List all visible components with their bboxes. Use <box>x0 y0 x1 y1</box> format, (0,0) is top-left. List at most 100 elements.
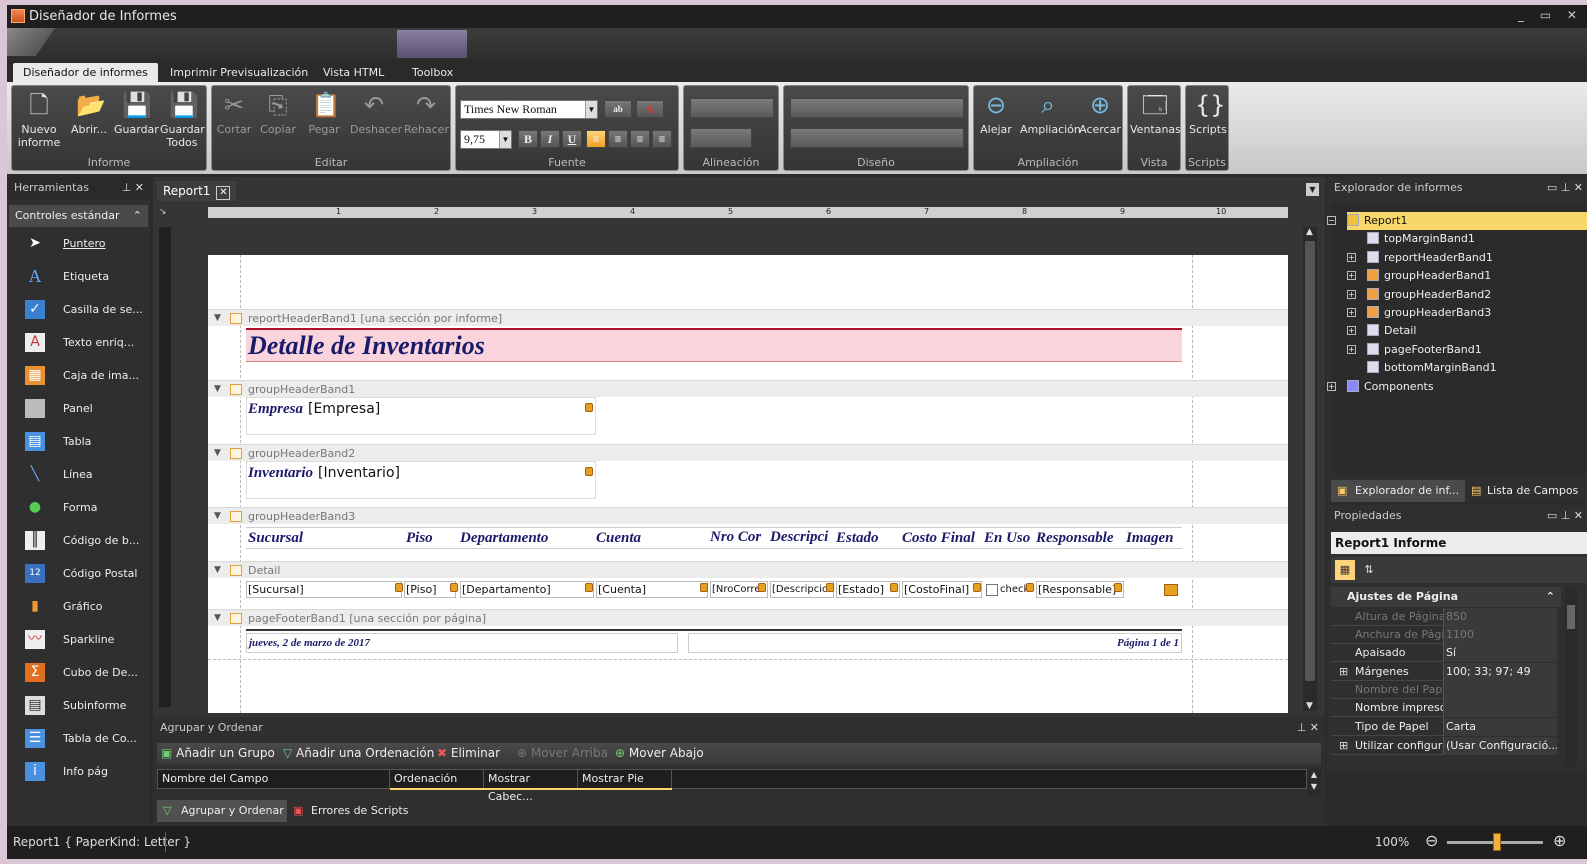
copy-button[interactable]: ⎘ Copiar <box>258 88 298 136</box>
property-value[interactable]: Sí <box>1443 644 1557 662</box>
checkbox-field[interactable] <box>986 584 998 596</box>
report-title-box[interactable]: Detalle de Inventarios <box>246 328 1182 362</box>
property-row[interactable]: Nombre impresor <box>1331 699 1557 717</box>
design-vertical-scrollbar[interactable]: ▲ ▼ <box>1303 227 1317 711</box>
tree-node-groupheader1[interactable]: + groupHeaderBand1 <box>1347 267 1491 285</box>
highlight-color-button[interactable]: ab <box>604 100 632 118</box>
selected-object-combo[interactable]: Report1 Informe <box>1331 532 1587 554</box>
footer-date[interactable]: jueves, 2 de marzo de 2017 <box>246 633 678 653</box>
field-responsable[interactable]: [Responsable] <box>1036 581 1124 598</box>
property-value[interactable]: 100; 33; 97; 49 <box>1443 663 1557 681</box>
tab-report-explorer[interactable]: ▣ Explorador de inf... <box>1331 480 1465 502</box>
font-size-combo[interactable]: 9,75 ▼ <box>460 130 512 149</box>
property-value[interactable] <box>1443 681 1557 699</box>
font-color-button[interactable]: A <box>636 100 664 118</box>
smart-tag-icon[interactable] <box>758 583 766 592</box>
zoom-button[interactable]: ⌕ Ampliación <box>1020 88 1081 136</box>
smart-tag-icon[interactable] <box>450 583 458 592</box>
property-category[interactable]: Ajustes de Página ⌃ <box>1331 587 1561 607</box>
categorized-icon[interactable]: ▦ <box>1335 560 1355 580</box>
expand-icon[interactable]: ⊞ <box>1339 663 1348 681</box>
field-cuenta[interactable]: [Cuenta] <box>596 581 708 598</box>
field-piso[interactable]: [Piso] <box>404 581 456 598</box>
tab-toolbox[interactable]: Toolbox <box>402 63 463 82</box>
column-header[interactable]: Departamento <box>460 530 590 547</box>
tool-sparkline[interactable]: 〰 Sparkline <box>7 623 150 656</box>
band-detail[interactable]: ▼ Detail <box>208 561 1288 578</box>
window-pin-close-icons[interactable]: ▭ ⊥ ✕ <box>1547 177 1583 199</box>
paste-button[interactable]: 📋 Pegar <box>304 88 344 136</box>
add-group-button[interactable]: ▣ Añadir un Grupo <box>161 746 275 760</box>
smart-tag-icon[interactable] <box>1026 583 1034 592</box>
align-controls-row1[interactable] <box>690 98 774 118</box>
align-right-button[interactable]: ≡ <box>630 130 650 148</box>
application-menu-button[interactable] <box>7 28 55 56</box>
property-row[interactable]: Anchura de Página1100 <box>1331 626 1557 644</box>
column-header[interactable]: Mostrar Cabec... <box>484 770 578 803</box>
move-down-button[interactable]: ⊕ Mover Abajo <box>615 746 704 760</box>
property-row[interactable]: Tipo de Papel Carta <box>1331 718 1557 736</box>
underline-button[interactable]: U <box>562 130 582 148</box>
column-header[interactable]: Piso <box>406 530 456 547</box>
tool-picturebox[interactable]: ▦ Caja de ima... <box>7 359 150 392</box>
save-button[interactable]: 💾 Guardar <box>114 88 159 136</box>
layout-controls-row1[interactable] <box>790 98 964 118</box>
alphabetical-sort-icon[interactable]: ⇅ <box>1359 560 1379 580</box>
italic-button[interactable]: I <box>540 130 560 148</box>
smart-tag-icon[interactable] <box>585 583 593 592</box>
tool-panel[interactable]: Panel <box>7 392 150 425</box>
bold-button[interactable]: B <box>518 130 538 148</box>
property-row[interactable]: Nombre del Papel <box>1331 681 1557 699</box>
properties-scrollbar[interactable] <box>1565 587 1577 767</box>
tab-field-list[interactable]: ▤ Lista de Campos <box>1467 480 1587 502</box>
redo-button[interactable]: ↷ Rehacer <box>404 88 449 136</box>
save-all-button[interactable]: 💾 Guardar Todos <box>160 88 205 149</box>
property-value[interactable] <box>1443 699 1557 717</box>
tab-list-icon[interactable]: ▼ <box>1306 183 1319 196</box>
property-row[interactable]: Apaisado Sí <box>1331 644 1557 662</box>
smart-tag-icon[interactable] <box>973 583 981 592</box>
expand-icon[interactable]: + <box>1347 290 1356 299</box>
tool-table-contents[interactable]: ☰ Tabla de Co... <box>7 722 150 755</box>
document-tab-report1[interactable]: Report1 ✕ <box>157 181 237 201</box>
zoom-in-button[interactable]: ⊕ Acercar <box>1078 88 1122 136</box>
expand-icon[interactable]: + <box>1347 326 1356 335</box>
tree-node-reportheader[interactable]: + reportHeaderBand1 <box>1347 249 1493 267</box>
grid-scroll-icon[interactable]: ▲ ▼ <box>1307 769 1321 797</box>
delete-button[interactable]: ✖ Eliminar <box>437 746 500 760</box>
property-value[interactable]: 1100 <box>1443 626 1557 644</box>
zoom-slider-thumb[interactable] <box>1493 833 1501 851</box>
window-controls[interactable]: _ ▭ ✕ <box>1518 8 1583 22</box>
close-icon[interactable]: ✕ <box>216 186 231 200</box>
column-header[interactable]: Ordenación <box>390 770 484 788</box>
tree-node-bottommargin[interactable]: bottomMarginBand1 <box>1367 359 1497 377</box>
tab-imprimir[interactable]: Imprimir Previsualización <box>160 63 318 82</box>
zoom-out-button[interactable]: ⊖ Alejar <box>976 88 1016 136</box>
tree-node-pagefooter[interactable]: + pageFooterBand1 <box>1347 341 1482 359</box>
justify-button[interactable]: ≡ <box>652 130 672 148</box>
expand-icon[interactable]: + <box>1347 308 1356 317</box>
band-page-footer[interactable]: ▼ pageFooterBand1 [una sección por página… <box>208 609 1288 626</box>
expand-icon[interactable]: + <box>1327 382 1336 391</box>
column-header[interactable]: Nombre del Campo <box>158 770 390 788</box>
tool-checkbox[interactable]: ✓ Casilla de se... <box>7 293 150 326</box>
image-field-icon[interactable] <box>1164 584 1178 596</box>
band-report-header[interactable]: ▼ reportHeaderBand1 [una sección por info… <box>208 309 1288 326</box>
property-row[interactable]: Altura de Página 850 <box>1331 608 1557 626</box>
tree-node-groupheader3[interactable]: + groupHeaderBand3 <box>1347 304 1491 322</box>
column-header[interactable]: Sucursal <box>248 530 398 547</box>
expand-icon[interactable]: + <box>1347 253 1356 262</box>
tool-pivot[interactable]: Σ Cubo de De... <box>7 656 150 689</box>
align-center-button[interactable]: ≡ <box>608 130 628 148</box>
expand-icon[interactable]: + <box>1347 271 1356 280</box>
tool-subreport[interactable]: ▤ Subinforme <box>7 689 150 722</box>
column-header[interactable]: Mostrar Pie <box>578 770 672 788</box>
tool-richtext[interactable]: A Texto enriq... <box>7 326 150 359</box>
align-controls-row2[interactable] <box>690 128 752 148</box>
tool-pageinfo[interactable]: i Info pág <box>7 755 150 788</box>
expand-icon[interactable]: ⊞ <box>1339 737 1348 755</box>
tab-disenador[interactable]: Diseñador de informes <box>13 63 158 82</box>
property-value[interactable]: 850 <box>1443 608 1557 626</box>
tab-vista-html[interactable]: Vista HTML <box>313 63 394 82</box>
column-header[interactable]: Nro Cor <box>710 529 768 546</box>
